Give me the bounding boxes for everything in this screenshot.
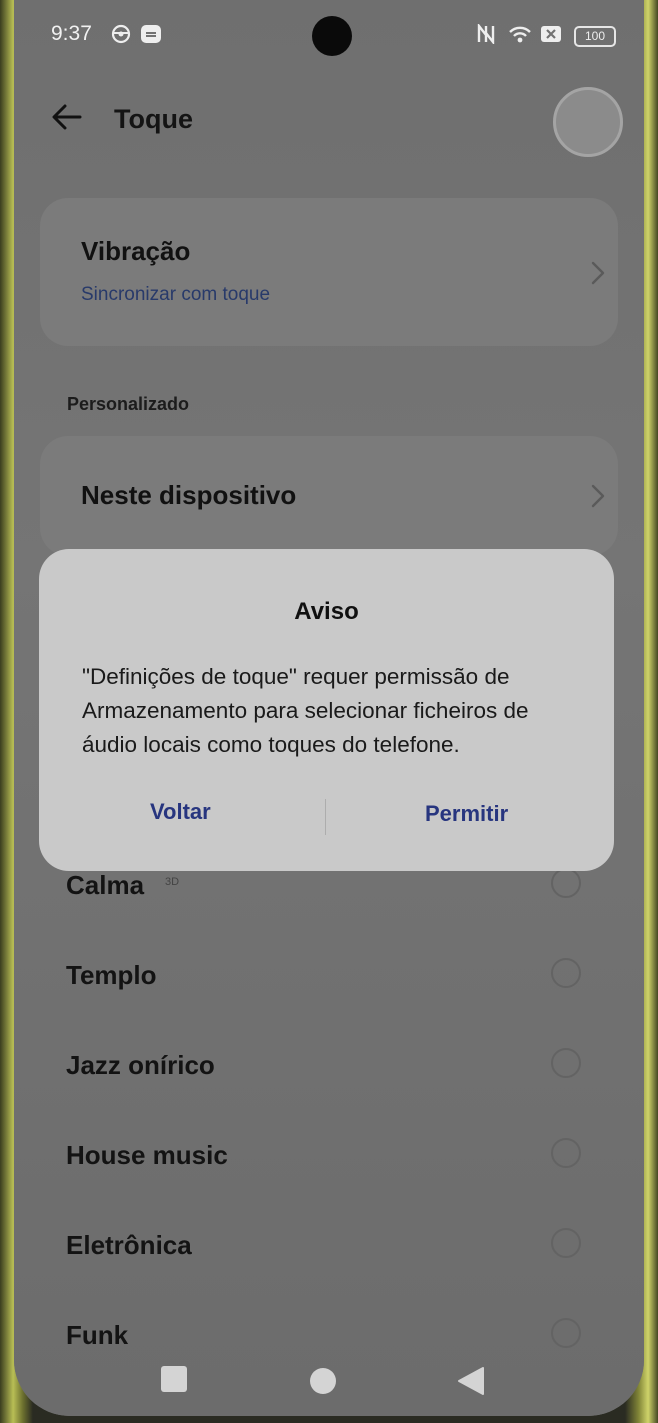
ringtone-item-templo[interactable]: Templo <box>14 942 644 1012</box>
dialog-message: "Definições de toque" requer permissão d… <box>82 664 529 757</box>
back-arrow-icon[interactable] <box>50 100 84 134</box>
dialog-divider <box>325 799 326 835</box>
dialog-title: Aviso <box>294 598 359 625</box>
front-camera <box>312 16 352 56</box>
on-device-label: Neste dispositivo <box>81 480 297 510</box>
ringtone-label: Funk <box>66 1320 129 1350</box>
ringtone-item-jazz-onirico[interactable]: Jazz onírico <box>14 1032 644 1102</box>
voltar-button[interactable]: Voltar <box>150 799 211 825</box>
ringtone-item-house-music[interactable]: House music <box>14 1122 644 1192</box>
permitir-button[interactable]: Permitir <box>425 801 508 827</box>
ringtone-item-funk[interactable]: Funk <box>14 1302 644 1372</box>
wifi-icon <box>508 24 531 44</box>
battery-indicator: 100 <box>574 26 616 47</box>
home-button[interactable] <box>310 1368 336 1394</box>
recent-apps-button[interactable] <box>161 1366 187 1392</box>
steering-wheel-icon <box>111 24 131 44</box>
ringtone-label: House music <box>66 1140 228 1170</box>
ringtone-3d-badge: 3D <box>165 876 180 888</box>
ringtone-label: Eletrônica <box>66 1230 192 1260</box>
ringtone-radio[interactable] <box>551 1048 581 1078</box>
vibration-subtitle: Sincronizar com toque <box>81 284 271 305</box>
ringtone-radio[interactable] <box>551 1318 581 1348</box>
page-title: Toque <box>114 104 193 134</box>
ringtone-radio[interactable] <box>551 868 581 898</box>
permission-dialog: Aviso "Definições de toque" requer permi… <box>39 549 614 871</box>
ringtone-label: Templo <box>66 960 157 990</box>
ringtone-radio[interactable] <box>551 1138 581 1168</box>
section-header-custom: Personalizado <box>67 394 190 414</box>
message-notification-icon <box>140 24 161 44</box>
nfc-icon <box>476 22 496 46</box>
chevron-right-icon <box>588 482 608 510</box>
screen: 9:37 100 Toque Vibração Sincronizar com … <box>14 0 644 1416</box>
ringtone-radio[interactable] <box>551 1228 581 1258</box>
vibration-setting[interactable]: Vibração Sincronizar com toque <box>40 198 618 346</box>
vibration-title: Vibração <box>81 236 191 266</box>
chevron-right-icon <box>588 259 608 287</box>
status-time: 9:37 <box>51 22 92 45</box>
ringtone-item-eletronica[interactable]: Eletrônica <box>14 1212 644 1282</box>
ringtone-radio[interactable] <box>551 958 581 988</box>
sim-off-icon <box>540 24 561 44</box>
on-device-setting[interactable]: Neste dispositivo <box>40 436 618 556</box>
ringtone-label: Calma <box>66 870 145 900</box>
nav-back-icon[interactable] <box>456 1365 486 1397</box>
floating-ball-button[interactable] <box>553 87 623 157</box>
ringtone-label: Jazz onírico <box>66 1050 215 1080</box>
